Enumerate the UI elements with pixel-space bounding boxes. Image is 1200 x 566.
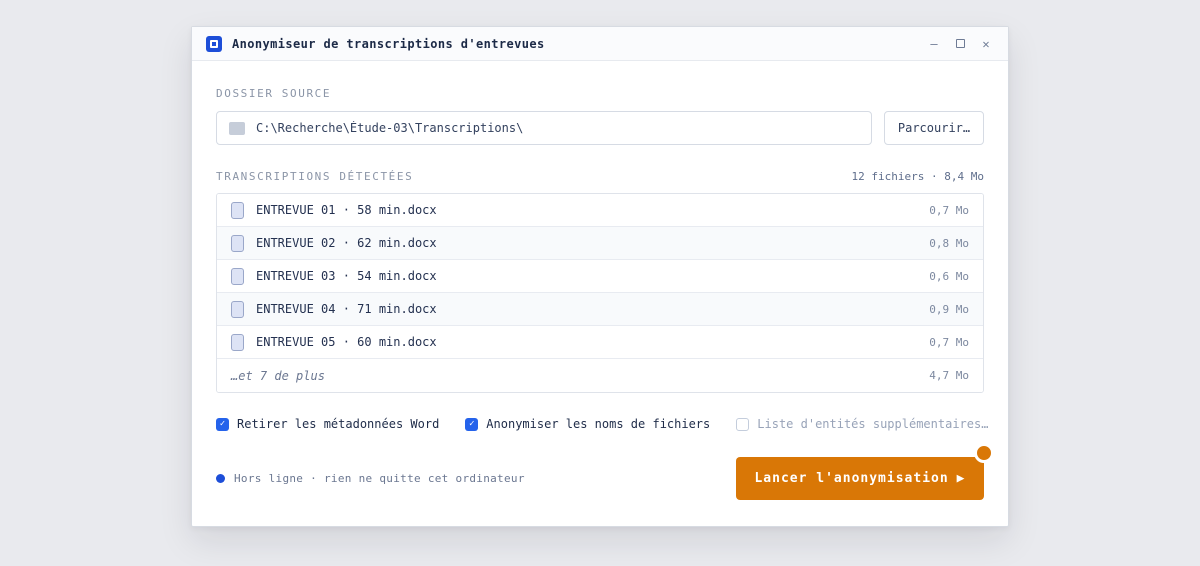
file-row[interactable]: ENTREVUE 05 · 60 min.docx 0,7 Mo [217, 326, 983, 359]
checkbox-checked-icon[interactable]: ✓ [216, 418, 229, 431]
footer-row: Hors ligne · rien ne quitte cet ordinate… [216, 457, 984, 500]
file-size: 0,8 Mo [929, 237, 969, 250]
file-name: ENTREVUE 04 · 71 min.docx [256, 302, 917, 316]
document-icon [231, 334, 244, 351]
file-name: ENTREVUE 03 · 54 min.docx [256, 269, 917, 283]
window-title: Anonymiseur de transcriptions d'entrevue… [232, 37, 545, 51]
file-size: 0,7 Mo [929, 204, 969, 217]
maximize-button[interactable] [952, 36, 968, 52]
close-button[interactable]: ✕ [978, 36, 994, 52]
browse-button[interactable]: Parcourir… [884, 111, 984, 145]
option-label: Liste d'entités supplémentaires… [757, 417, 988, 431]
files-summary: 12 fichiers · 8,4 Mo [852, 170, 984, 183]
source-section-label: DOSSIER SOURCE [216, 87, 984, 100]
folder-icon [229, 122, 245, 135]
file-name: ENTREVUE 05 · 60 min.docx [256, 335, 917, 349]
document-icon [231, 235, 244, 252]
app-icon-glyph [210, 40, 218, 48]
file-name: ENTREVUE 02 · 62 min.docx [256, 236, 917, 250]
more-files-row[interactable]: …et 7 de plus 4,7 Mo [217, 359, 983, 392]
action-wrap: Lancer l'anonymisation ▶ [736, 457, 984, 500]
file-row[interactable]: ENTREVUE 03 · 54 min.docx 0,6 Mo [217, 260, 983, 293]
file-list: ENTREVUE 01 · 58 min.docx 0,7 Mo ENTREVU… [216, 193, 984, 393]
document-icon [231, 301, 244, 318]
file-size: 0,7 Mo [929, 336, 969, 349]
option-anonymize-filenames[interactable]: ✓ Anonymiser les noms de fichiers [465, 417, 710, 431]
checkbox-unchecked-icon[interactable] [736, 418, 749, 431]
source-row: Parcourir… [216, 111, 984, 145]
maximize-icon [956, 39, 965, 48]
document-icon [231, 202, 244, 219]
app-icon [206, 36, 222, 52]
play-icon: ▶ [957, 471, 966, 486]
option-label: Retirer les métadonnées Word [237, 417, 439, 431]
app-window: Anonymiseur de transcriptions d'entrevue… [191, 26, 1009, 527]
file-size: 0,9 Mo [929, 303, 969, 316]
option-extra-entities[interactable]: Liste d'entités supplémentaires… [736, 417, 988, 431]
more-files-size: 4,7 Mo [929, 369, 969, 382]
file-name: ENTREVUE 01 · 58 min.docx [256, 203, 917, 217]
files-section-label: TRANSCRIPTIONS DÉTECTÉES [216, 170, 413, 183]
more-files-label: …et 7 de plus [231, 369, 917, 383]
launch-anonymization-button[interactable]: Lancer l'anonymisation ▶ [736, 457, 984, 500]
minimize-button[interactable]: – [926, 36, 942, 52]
checkbox-checked-icon[interactable]: ✓ [465, 418, 478, 431]
launch-button-label: Lancer l'anonymisation [754, 471, 948, 486]
option-label: Anonymiser les noms de fichiers [486, 417, 710, 431]
offline-status: Hors ligne · rien ne quitte cet ordinate… [216, 472, 525, 485]
source-path-box [216, 111, 872, 145]
window-controls: – ✕ [926, 36, 994, 52]
status-dot-icon [216, 474, 225, 483]
files-header: TRANSCRIPTIONS DÉTECTÉES 12 fichiers · 8… [216, 170, 984, 183]
titlebar: Anonymiseur de transcriptions d'entrevue… [192, 27, 1008, 61]
document-icon [231, 268, 244, 285]
notification-badge [974, 443, 994, 463]
file-row[interactable]: ENTREVUE 02 · 62 min.docx 0,8 Mo [217, 227, 983, 260]
option-remove-metadata[interactable]: ✓ Retirer les métadonnées Word [216, 417, 439, 431]
status-text: Hors ligne · rien ne quitte cet ordinate… [234, 472, 525, 485]
file-size: 0,6 Mo [929, 270, 969, 283]
file-row[interactable]: ENTREVUE 04 · 71 min.docx 0,9 Mo [217, 293, 983, 326]
window-content: DOSSIER SOURCE Parcourir… TRANSCRIPTIONS… [192, 87, 1008, 500]
options-row: ✓ Retirer les métadonnées Word ✓ Anonymi… [216, 417, 984, 431]
source-path-input[interactable] [256, 121, 859, 135]
file-row[interactable]: ENTREVUE 01 · 58 min.docx 0,7 Mo [217, 194, 983, 227]
